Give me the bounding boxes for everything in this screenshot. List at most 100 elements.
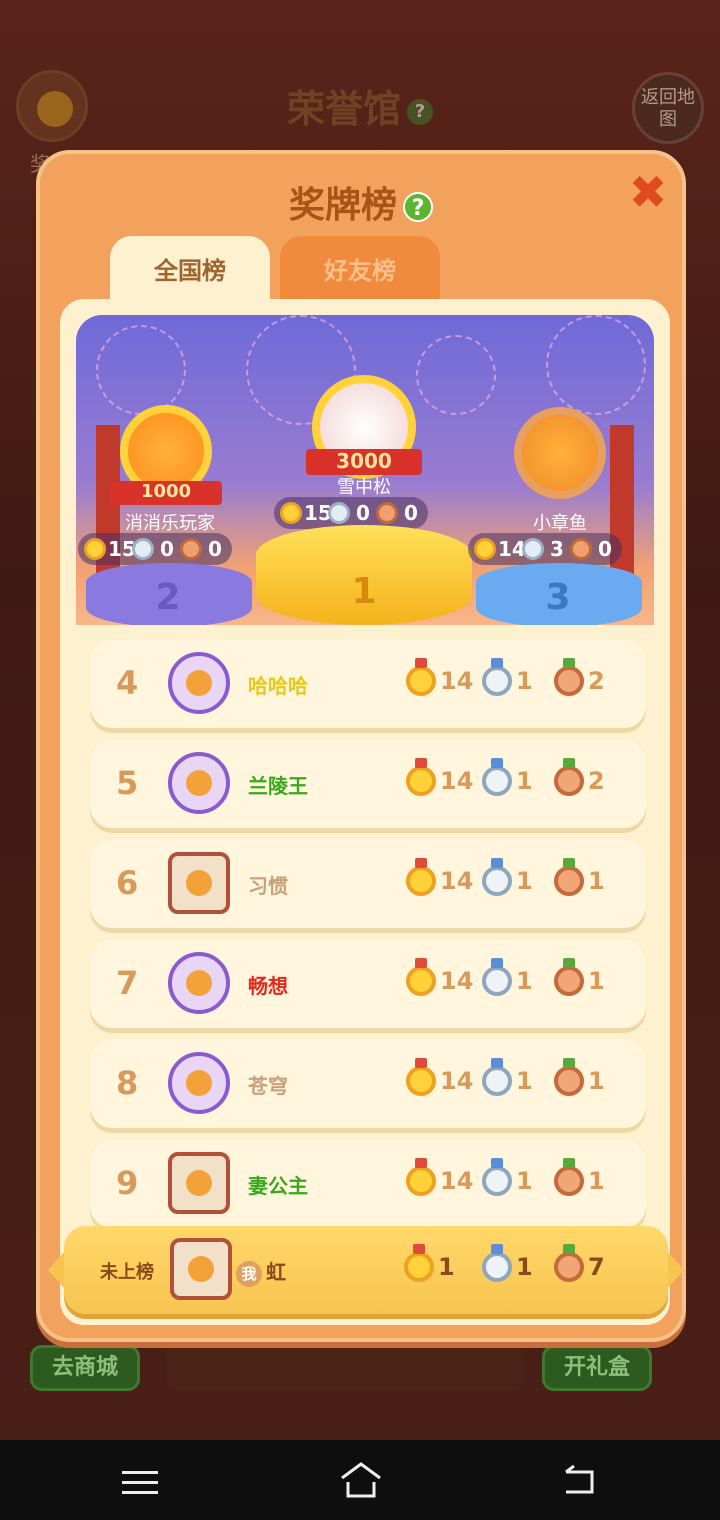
- bronze-medals: 1: [554, 858, 616, 896]
- silver-count: 1: [516, 667, 533, 695]
- shop-button[interactable]: 去商城: [30, 1345, 140, 1391]
- second-place-rank: 2: [155, 577, 181, 618]
- bronze-count: 1: [588, 1067, 605, 1095]
- user-avatar[interactable]: [168, 852, 230, 914]
- gold-count: 15: [304, 501, 332, 525]
- avatar-image: [186, 1070, 212, 1096]
- user-name: 妻公主: [248, 1174, 308, 1198]
- close-icon[interactable]: ✖: [628, 169, 668, 215]
- silver-medal-icon: [132, 538, 154, 560]
- my-avatar[interactable]: [170, 1238, 232, 1300]
- bg-help-icon[interactable]: ?: [407, 98, 433, 125]
- gold-medals: 14: [406, 958, 474, 996]
- my-rank-row[interactable]: 未上榜 我虹 1 1 7: [48, 1226, 684, 1314]
- silver-medal-icon: [482, 858, 512, 896]
- bronze-medals: 1: [554, 1158, 616, 1196]
- user-avatar[interactable]: [168, 752, 230, 814]
- first-place-badge: 3000: [306, 449, 422, 475]
- table-row[interactable]: 9 妻公主 14 1 1: [90, 1140, 646, 1228]
- table-row[interactable]: 7 畅想 14 1 1: [90, 940, 646, 1028]
- first-place-name: 雪中松: [337, 477, 391, 498]
- table-row[interactable]: 6 习惯 14 1 1: [90, 840, 646, 928]
- firework-decoration: [96, 325, 186, 415]
- back-icon[interactable]: [562, 1462, 598, 1496]
- rank-number: 8: [116, 1064, 139, 1102]
- gold-medals: 1: [404, 1244, 466, 1282]
- tab-friends[interactable]: 好友榜: [280, 236, 440, 302]
- bronze-count: 0: [208, 537, 222, 561]
- gold-medal-icon: [406, 758, 436, 796]
- rank-number: 7: [116, 964, 139, 1002]
- my-rank-status: 未上榜: [100, 1262, 154, 1283]
- silver-medals: 1: [482, 1244, 544, 1282]
- silver-medal-icon: [482, 1158, 512, 1196]
- third-place-rank: 3: [545, 577, 571, 618]
- bronze-medal-icon: [376, 502, 398, 524]
- gold-medal-icon: [406, 1058, 436, 1096]
- avatar-image: [188, 1256, 214, 1282]
- silver-medal-icon: [482, 1244, 512, 1282]
- rank-number: 5: [116, 764, 139, 802]
- giftbox-button[interactable]: 开礼盒: [542, 1345, 652, 1391]
- rank-number: 9: [116, 1164, 139, 1202]
- gold-count: 14: [440, 667, 474, 695]
- user-name: 习惯: [248, 874, 288, 898]
- first-place-rank: 1: [351, 571, 377, 612]
- bronze-medal-icon: [554, 1058, 584, 1096]
- gold-count: 14: [440, 1067, 474, 1095]
- gold-count: 14: [440, 867, 474, 895]
- bronze-medal-icon: [554, 758, 584, 796]
- silver-medals: 1: [482, 958, 544, 996]
- gold-medal-icon: [474, 538, 496, 560]
- table-row[interactable]: 4 哈哈哈 14 1 2: [90, 640, 646, 728]
- silver-count: 1: [516, 867, 533, 895]
- gold-medal-icon: [280, 502, 302, 524]
- avatar-image: [186, 670, 212, 696]
- silver-medal-icon: [482, 758, 512, 796]
- silver-count: 3: [550, 537, 564, 561]
- silver-count: 1: [516, 967, 533, 995]
- gold-medal-icon: [406, 958, 436, 996]
- table-row[interactable]: 8 苍穹 14 1 1: [90, 1040, 646, 1128]
- modal-title-text: 奖牌榜: [288, 185, 397, 226]
- silver-count: 1: [516, 1067, 533, 1095]
- user-avatar[interactable]: [168, 1052, 230, 1114]
- table-row[interactable]: 5 兰陵王 14 1 2: [90, 740, 646, 828]
- bronze-count: 7: [588, 1253, 605, 1281]
- back-to-map-button[interactable]: 返回地图: [632, 72, 704, 144]
- my-name-text: 虹: [266, 1260, 286, 1284]
- firework-decoration: [416, 335, 496, 415]
- silver-medals: 1: [482, 858, 544, 896]
- third-place-medals: 14 3 0: [468, 533, 622, 565]
- second-place-badge: 1000: [110, 481, 222, 505]
- help-icon[interactable]: ?: [403, 192, 433, 222]
- rank-number: 4: [116, 664, 139, 702]
- bronze-count: 1: [588, 1167, 605, 1195]
- silver-medal-icon: [482, 658, 512, 696]
- silver-medals: 1: [482, 1058, 544, 1096]
- gold-count: 14: [440, 1167, 474, 1195]
- medal-leaderboard-modal: 奖牌榜? ✖ 好友榜 全国榜 1000 消消乐玩家 15 0 0 2 3000: [36, 150, 686, 1342]
- user-name: 畅想: [248, 974, 288, 998]
- tab-national[interactable]: 全国榜: [110, 236, 270, 302]
- bronze-medals: 1: [554, 1058, 616, 1096]
- gold-medals: 14: [406, 858, 474, 896]
- bronze-count: 0: [404, 501, 418, 525]
- bronze-medal-icon: [180, 538, 202, 560]
- user-avatar[interactable]: [168, 1152, 230, 1214]
- menu-icon[interactable]: [122, 1464, 158, 1501]
- second-place-name: 消消乐玩家: [125, 513, 215, 534]
- silver-count: 1: [516, 1167, 533, 1195]
- third-place-name: 小章鱼: [533, 513, 587, 534]
- avatar-image: [186, 870, 212, 896]
- gold-medal-icon: [404, 1244, 434, 1282]
- third-place-avatar[interactable]: [514, 407, 606, 499]
- home-icon[interactable]: [338, 1460, 384, 1500]
- user-avatar[interactable]: [168, 652, 230, 714]
- bronze-medal-icon: [554, 958, 584, 996]
- user-name: 哈哈哈: [248, 674, 308, 698]
- gold-count: 14: [440, 967, 474, 995]
- user-avatar[interactable]: [168, 952, 230, 1014]
- bronze-medals: 1: [554, 958, 616, 996]
- bronze-count: 2: [588, 767, 605, 795]
